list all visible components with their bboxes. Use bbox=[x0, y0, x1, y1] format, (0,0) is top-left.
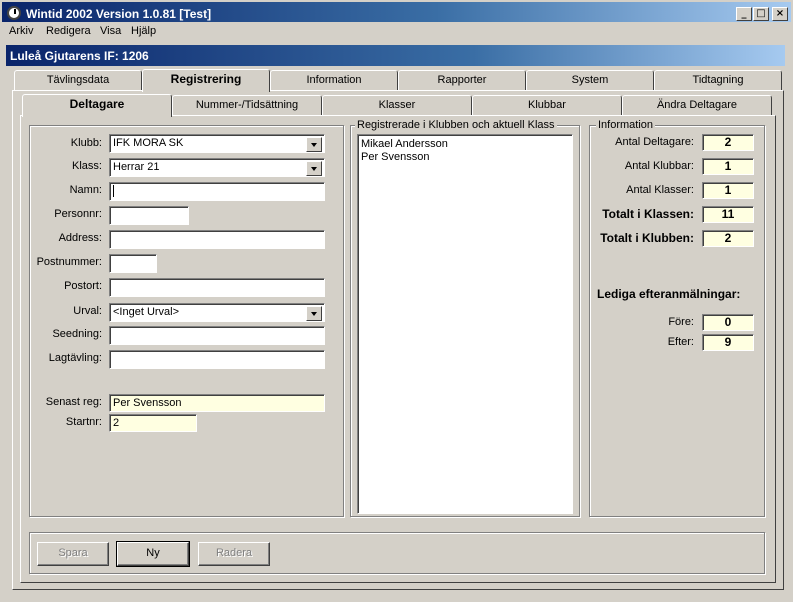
klubb-label: Klubb: bbox=[70, 137, 102, 149]
klass-value: Herrar 21 bbox=[113, 161, 160, 173]
list-item[interactable]: Mikael Andersson bbox=[361, 138, 448, 151]
menu-visa[interactable]: Visa bbox=[100, 25, 121, 37]
klass-combo[interactable]: Herrar 21 bbox=[109, 158, 325, 177]
tab-system[interactable]: System bbox=[526, 70, 654, 90]
antal-deltagare-value: 2 bbox=[702, 134, 754, 151]
namn-label: Namn: bbox=[69, 184, 102, 196]
totalt-klassen-label: Totalt i Klassen: bbox=[602, 207, 694, 221]
klass-label: Klass: bbox=[72, 160, 102, 172]
klubb-value: IFK MORA SK bbox=[113, 137, 184, 149]
klubb-combo[interactable]: IFK MORA SK bbox=[109, 134, 325, 153]
senast-reg-value: Per Svensson bbox=[109, 394, 325, 412]
tab-klubbar[interactable]: Klubbar bbox=[472, 95, 622, 115]
antal-klasser-value: 1 bbox=[702, 182, 754, 199]
lagtavling-input[interactable] bbox=[109, 350, 325, 369]
tab-nummer-tidsattning[interactable]: Nummer-/Tidsättning bbox=[172, 95, 322, 115]
urval-value: <Inget Urval> bbox=[113, 306, 180, 318]
postnummer-label: Postnummer: bbox=[36, 256, 102, 268]
spara-button[interactable]: Spara bbox=[37, 542, 109, 566]
tab-rapporter[interactable]: Rapporter bbox=[398, 70, 526, 90]
menu-redigera[interactable]: Redigera bbox=[46, 25, 91, 37]
efter-label: Efter: bbox=[667, 336, 694, 348]
tab-klasser[interactable]: Klasser bbox=[322, 95, 472, 115]
list-item[interactable]: Per Svensson bbox=[361, 151, 429, 164]
clock-icon[interactable] bbox=[7, 6, 21, 20]
fore-label: Före: bbox=[668, 316, 694, 328]
tab-deltagare[interactable]: Deltagare bbox=[22, 94, 172, 117]
urval-label: Urval: bbox=[73, 305, 102, 317]
club-header: Luleå Gjutarens IF: 1206 bbox=[6, 45, 785, 66]
minimize-button[interactable]: _ bbox=[736, 7, 752, 21]
tab-registrering[interactable]: Registrering bbox=[142, 69, 270, 92]
ny-button[interactable]: Ny bbox=[116, 541, 190, 567]
tab-tidtagning[interactable]: Tidtagning bbox=[654, 70, 782, 90]
lagtavling-label: Lagtävling: bbox=[48, 352, 102, 364]
radera-button[interactable]: Radera bbox=[198, 542, 270, 566]
chevron-down-icon[interactable] bbox=[306, 137, 322, 152]
personnr-label: Personnr: bbox=[54, 208, 102, 220]
antal-klasser-label: Antal Klasser: bbox=[626, 184, 694, 196]
startnr-label: Startnr: bbox=[65, 416, 102, 428]
close-button[interactable]: × bbox=[772, 7, 788, 21]
title-bar[interactable]: Wintid 2002 Version 1.0.81 [Test] _ □ × bbox=[2, 2, 791, 22]
text-cursor bbox=[113, 185, 114, 198]
address-label: Address: bbox=[58, 232, 102, 244]
postort-input[interactable] bbox=[109, 278, 325, 297]
antal-klubbar-value: 1 bbox=[702, 158, 754, 175]
antal-klubbar-label: Antal Klubbar: bbox=[624, 160, 694, 172]
senast-reg-label: Senast reg: bbox=[45, 396, 102, 408]
registered-list[interactable]: Mikael Andersson Per Svensson bbox=[357, 134, 573, 514]
personnr-input[interactable] bbox=[109, 206, 189, 225]
startnr-value: 2 bbox=[109, 414, 197, 432]
menu-hjalp[interactable]: Hjälp bbox=[131, 25, 156, 37]
address-input[interactable] bbox=[109, 230, 325, 249]
menu-arkiv[interactable]: Arkiv bbox=[9, 25, 33, 37]
seedning-label: Seedning: bbox=[52, 328, 102, 340]
totalt-klubben-label: Totalt i Klubben: bbox=[600, 231, 694, 245]
maximize-button[interactable]: □ bbox=[753, 7, 769, 21]
seedning-input[interactable] bbox=[109, 326, 325, 345]
urval-combo[interactable]: <Inget Urval> bbox=[109, 303, 325, 322]
information-caption: Information bbox=[596, 119, 656, 131]
tab-andra-deltagare[interactable]: Ändra Deltagare bbox=[622, 95, 772, 115]
totalt-klubben-value: 2 bbox=[702, 230, 754, 247]
namn-input[interactable] bbox=[109, 182, 325, 201]
tab-information[interactable]: Information bbox=[270, 70, 398, 90]
chevron-down-icon[interactable] bbox=[306, 161, 322, 176]
chevron-down-icon[interactable] bbox=[306, 306, 322, 321]
totalt-klassen-value: 11 bbox=[702, 206, 754, 223]
antal-deltagare-label: Antal Deltagare: bbox=[615, 136, 694, 148]
tab-tavlingsdata[interactable]: Tävlingsdata bbox=[14, 70, 142, 90]
window-title: Wintid 2002 Version 1.0.81 [Test] bbox=[26, 7, 212, 21]
lediga-efteranmalningar-label: Lediga efteranmälningar: bbox=[597, 287, 741, 301]
registered-caption: Registrerade i Klubben och aktuell Klass bbox=[355, 119, 557, 131]
postort-label: Postort: bbox=[64, 280, 102, 292]
postnummer-input[interactable] bbox=[109, 254, 157, 273]
fore-value: 0 bbox=[702, 314, 754, 331]
efter-value: 9 bbox=[702, 334, 754, 351]
